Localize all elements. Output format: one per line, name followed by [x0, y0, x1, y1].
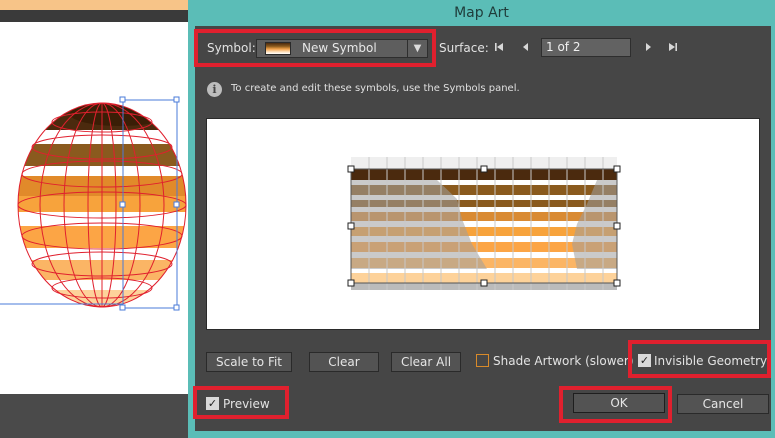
previous-surface-icon[interactable]: [519, 42, 533, 56]
preview-checkbox[interactable]: ✓: [206, 397, 219, 410]
sphere-3d-preview: [0, 96, 187, 311]
first-surface-icon[interactable]: [492, 42, 506, 56]
info-text: To create and edit these symbols, use th…: [231, 83, 520, 94]
preview-label: Preview: [223, 397, 270, 411]
surface-value: 1 of 2: [546, 40, 581, 54]
symbol-swatch: [265, 42, 291, 55]
ok-button[interactable]: OK: [573, 393, 665, 413]
canvas-bottom-bar: [0, 394, 188, 438]
artwork-preview-area[interactable]: [206, 118, 760, 330]
scale-to-fit-button[interactable]: Scale to Fit: [206, 352, 292, 372]
surface-label: Surface:: [439, 41, 489, 55]
symbol-map-preview: [347, 157, 621, 290]
dialog-title: Map Art: [454, 5, 509, 21]
last-surface-icon[interactable]: [666, 42, 680, 56]
chevron-down-icon: ▼: [407, 39, 427, 58]
clear-button[interactable]: Clear: [309, 352, 379, 372]
symbol-label: Symbol:: [207, 41, 256, 55]
shade-artwork-label: Shade Artwork (slower): [493, 354, 634, 368]
artboard: [0, 22, 188, 394]
invisible-geometry-checkbox[interactable]: ✓: [638, 354, 651, 367]
clear-all-button[interactable]: Clear All: [391, 352, 461, 372]
info-icon: i: [207, 82, 222, 97]
canvas-border: [0, 10, 188, 22]
dialog-body: Symbol: New Symbol ▼ Surface: 1 of 2 i T…: [193, 26, 771, 431]
symbol-dropdown[interactable]: New Symbol ▼: [256, 39, 428, 58]
symbol-value: New Symbol: [302, 41, 377, 55]
map-art-dialog: Map Art Symbol: New Symbol ▼ Surface: 1 …: [188, 0, 775, 438]
cancel-button[interactable]: Cancel: [677, 394, 769, 414]
surface-field[interactable]: 1 of 2: [541, 38, 631, 57]
invisible-geometry-label: Invisible Geometry: [654, 354, 768, 368]
document-tab-strip: [0, 0, 188, 10]
shade-artwork-checkbox[interactable]: [476, 354, 489, 367]
next-surface-icon[interactable]: [641, 42, 655, 56]
